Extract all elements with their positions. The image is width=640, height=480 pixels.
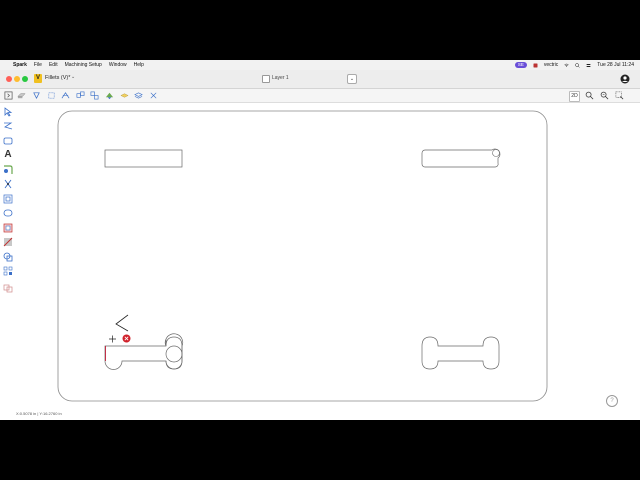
menu-window[interactable]: Window: [109, 60, 127, 70]
weld-tool-icon[interactable]: [3, 237, 13, 247]
vector-dogbone-bottom-left[interactable]: [104, 333, 184, 370]
cursor-coordinates: X:0.5078 in | Y:16.2760 in: [16, 411, 62, 416]
fillet-cursor-icon: [109, 314, 131, 343]
toolpath-icon[interactable]: [32, 91, 41, 100]
material-sheet-outline[interactable]: [57, 110, 548, 402]
nesting-tool-icon[interactable]: [3, 283, 13, 293]
help-button[interactable]: ?: [606, 395, 618, 407]
layer-name[interactable]: Layer 1: [272, 75, 289, 81]
menu-file[interactable]: File: [34, 60, 42, 70]
dogbone-right-lobe[interactable]: [165, 336, 183, 370]
boundary-tool-icon[interactable]: [3, 223, 13, 233]
zoom-extents-icon[interactable]: [600, 91, 609, 100]
vector-filleted-rectangle-top-right[interactable]: [421, 148, 501, 168]
rectangle-tool-icon[interactable]: [3, 136, 13, 146]
view-2d-button[interactable]: 2D: [569, 91, 580, 102]
wifi-icon[interactable]: [564, 63, 569, 68]
menu-help[interactable]: Help: [134, 60, 144, 70]
polyline-tool-icon[interactable]: [3, 121, 13, 131]
menu-items: Spark File Edit Machining Setup Window H…: [6, 60, 144, 70]
material-preview-icon[interactable]: [120, 91, 129, 100]
layers-icon[interactable]: [134, 91, 143, 100]
grid-snap-icon[interactable]: [47, 91, 56, 100]
group-icon[interactable]: [90, 91, 99, 100]
design-canvas[interactable]: [16, 103, 640, 413]
document-title[interactable]: Fillets (V)*: [45, 75, 70, 81]
rounded-shape-tool-icon[interactable]: [3, 208, 13, 218]
menu-edit[interactable]: Edit: [49, 60, 58, 70]
panel-toggle-icon[interactable]: [4, 91, 13, 100]
minimize-window-button[interactable]: [14, 76, 20, 82]
document-icon: V: [34, 74, 42, 83]
document-menu-chevron-icon[interactable]: ⌄: [71, 74, 75, 80]
menu-status-area: SE vectric Tue 28 Jul 11:24: [514, 62, 634, 68]
user-account-icon[interactable]: [620, 74, 630, 84]
control-center-icon[interactable]: [586, 63, 591, 68]
window-titlebar: V Fillets (V)* ⌄ Layer 1 ⌄: [0, 70, 640, 89]
node-edit-icon[interactable]: [61, 91, 70, 100]
zoom-in-icon[interactable]: [585, 91, 594, 100]
vector-dogbone-bottom-right[interactable]: [421, 336, 500, 370]
app-status-icon[interactable]: [533, 63, 538, 68]
close-window-button[interactable]: [6, 76, 12, 82]
app-screen: Spark File Edit Machining Setup Window H…: [0, 60, 640, 420]
menu-spark[interactable]: Spark: [13, 60, 27, 70]
vendor-label[interactable]: vectric: [544, 62, 558, 68]
zoom-selection-icon[interactable]: [615, 91, 624, 100]
menu-machining-setup[interactable]: Machining Setup: [65, 60, 102, 70]
toolpath-preview-icon[interactable]: [105, 91, 114, 100]
merge-tool-icon[interactable]: [3, 252, 13, 262]
material-setup-icon[interactable]: [17, 91, 26, 100]
zoom-window-button[interactable]: [22, 76, 28, 82]
layer-dropdown-button[interactable]: ⌄: [347, 74, 357, 84]
clock[interactable]: Tue 28 Jul 11:24: [597, 62, 634, 68]
main-toolbar: 2D: [0, 89, 640, 103]
status-pill[interactable]: SE: [514, 62, 527, 68]
menu-bar: Spark File Edit Machining Setup Window H…: [0, 60, 640, 70]
fillet-preview-circle[interactable]: [165, 345, 183, 363]
text-tool[interactable]: A: [3, 150, 13, 160]
offset-tool-icon[interactable]: [3, 194, 13, 204]
layer-icon: [262, 75, 270, 83]
transform-icon[interactable]: [76, 91, 85, 100]
drawing-tools-panel: A: [0, 103, 16, 413]
array-tool-icon[interactable]: [3, 266, 13, 276]
search-icon[interactable]: [575, 62, 580, 68]
vector-rectangle-top-left[interactable]: [104, 149, 183, 168]
toolpath-list-icon[interactable]: [149, 91, 158, 100]
fillet-corner-marker[interactable]: [492, 149, 500, 157]
trim-tool-icon[interactable]: [3, 179, 13, 189]
select-tool-icon[interactable]: [3, 107, 13, 117]
fillet-tool-icon[interactable]: [3, 165, 13, 175]
